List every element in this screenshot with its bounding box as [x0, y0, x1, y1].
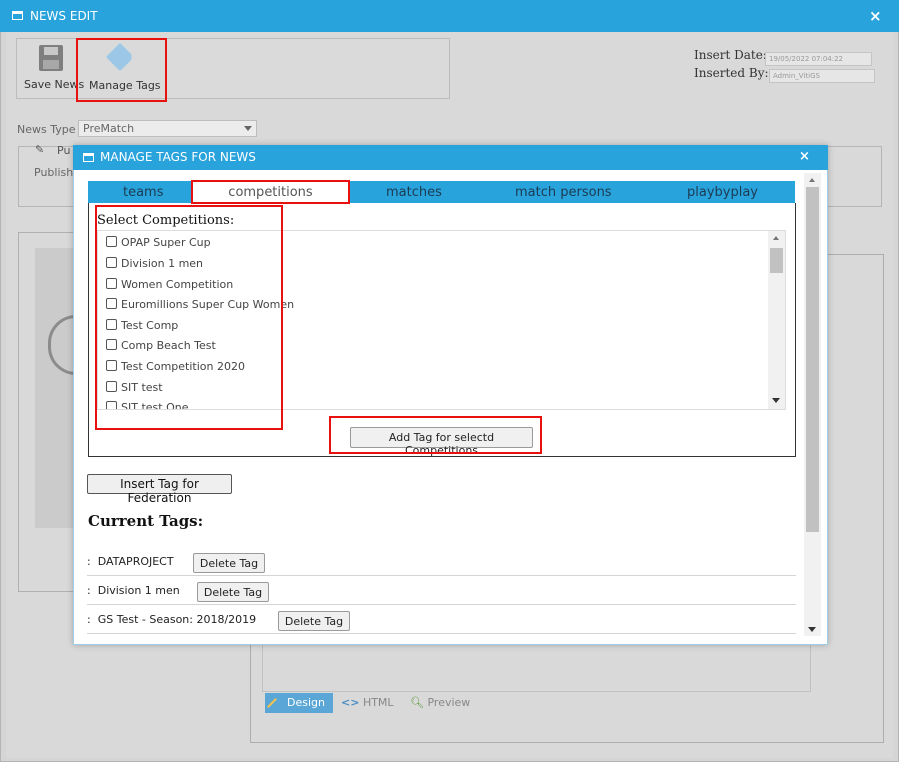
- save-icon[interactable]: [39, 45, 63, 71]
- tag-prefix: :: [87, 613, 91, 626]
- highlight-competitions-list: [95, 205, 283, 430]
- inserted-by-field[interactable]: Admin_VitiGS: [769, 69, 875, 83]
- tag-label: GS Test - Season: 2018/2019: [97, 613, 257, 626]
- delete-tag-button[interactable]: Delete Tag: [193, 553, 265, 573]
- window-close-icon[interactable]: ×: [869, 7, 882, 25]
- news-type-value: PreMatch: [83, 122, 135, 135]
- insert-date-field[interactable]: 19/05/2022 07:04:22: [765, 52, 872, 66]
- insert-date-label: Insert Date:: [694, 48, 767, 62]
- tag-label: Division 1 men: [97, 584, 180, 597]
- row-divider: [87, 604, 796, 605]
- insert-federation-tag-button[interactable]: Insert Tag for Federation: [87, 474, 232, 505]
- editor-area[interactable]: [262, 640, 811, 692]
- window-titlebar: NEWS EDIT ×: [0, 0, 899, 32]
- chevron-down-icon: [244, 126, 252, 131]
- delete-tag-button[interactable]: Delete Tag: [197, 582, 269, 602]
- listbox-scroll-thumb[interactable]: [770, 248, 783, 273]
- table-row: : GS Test - Season: 2018/2019: [87, 613, 256, 626]
- editor-tab-design[interactable]: Design: [265, 693, 333, 713]
- editor-tab-html-label: HTML: [362, 696, 394, 709]
- editor-tab-preview-label: Preview: [427, 696, 471, 709]
- tab-playbyplay[interactable]: playbyplay: [687, 185, 758, 200]
- highlight-competitions-tab: [191, 180, 350, 204]
- pencil-icon: [267, 698, 277, 708]
- window-title: NEWS EDIT: [30, 9, 98, 23]
- publish-legend: Pu: [57, 144, 71, 157]
- tag-prefix: :: [87, 555, 91, 568]
- window-icon: [12, 11, 23, 20]
- editor-tab-design-label: Design: [287, 696, 325, 709]
- tab-teams[interactable]: teams: [123, 185, 164, 200]
- news-type-select[interactable]: PreMatch: [78, 120, 257, 137]
- modal-window-icon: [83, 153, 94, 162]
- modal-scroll-thumb[interactable]: [806, 187, 819, 532]
- highlight-manage-tags: [76, 38, 167, 102]
- highlight-add-tag: [329, 416, 542, 454]
- news-type-label: News Type: [17, 123, 76, 136]
- editor-tab-html[interactable]: <> HTML: [341, 696, 394, 709]
- current-tags-title: Current Tags:: [88, 512, 204, 530]
- row-divider: [87, 575, 796, 576]
- modal-title: MANAGE TAGS FOR NEWS: [100, 150, 256, 164]
- tab-matches[interactable]: matches: [386, 185, 442, 200]
- modal-scroll-up-icon[interactable]: [809, 178, 815, 182]
- delete-tag-button[interactable]: Delete Tag: [278, 611, 350, 631]
- table-row: : DATAPROJECT: [87, 555, 174, 568]
- row-divider: [87, 633, 796, 634]
- editor-tab-preview[interactable]: 🔍︎ Preview: [410, 696, 470, 709]
- tag-label: DATAPROJECT: [97, 555, 174, 568]
- modal-titlebar: MANAGE TAGS FOR NEWS ×: [73, 145, 828, 170]
- inserted-by-label: Inserted By:: [694, 66, 769, 80]
- scroll-up-icon[interactable]: [773, 236, 779, 240]
- publish-label: Publish: [34, 166, 74, 179]
- tab-match-persons[interactable]: match persons: [515, 185, 612, 200]
- code-icon: <>: [341, 696, 360, 709]
- magnifier-icon: 🔍︎: [410, 696, 424, 709]
- modal-close-icon[interactable]: ×: [799, 149, 810, 164]
- table-row: : Division 1 men: [87, 584, 180, 597]
- tag-prefix: :: [87, 584, 91, 597]
- modal-scroll-down-icon[interactable]: [808, 627, 816, 632]
- scroll-down-icon[interactable]: [772, 398, 780, 403]
- pin-icon: ✎: [35, 143, 45, 156]
